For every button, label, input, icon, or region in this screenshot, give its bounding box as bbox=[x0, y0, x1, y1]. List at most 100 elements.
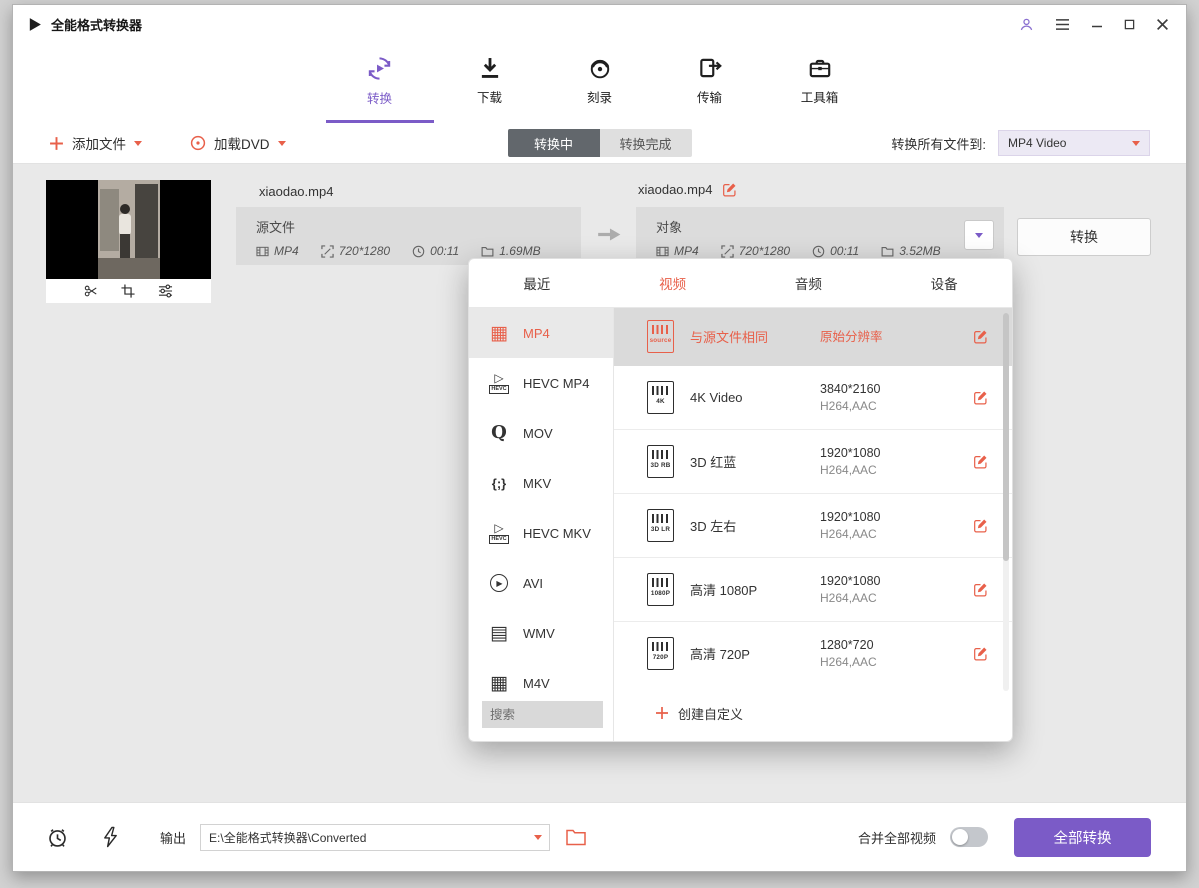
nav-tab-label: 下载 bbox=[477, 87, 502, 106]
search-input[interactable] bbox=[482, 701, 603, 728]
duration-chip: 00:11 bbox=[412, 244, 459, 258]
add-file-button[interactable]: 添加文件 bbox=[49, 133, 142, 153]
toolbar: 添加文件 加载DVD 转换中 转换完成 转换所有文件到: MP4 Video bbox=[13, 123, 1186, 164]
format-icon bbox=[485, 319, 513, 347]
close-button[interactable] bbox=[1156, 18, 1169, 31]
load-dvd-button[interactable]: 加载DVD bbox=[190, 133, 286, 153]
nav-tab-download[interactable]: 下载 bbox=[464, 43, 516, 123]
schedule-icon[interactable] bbox=[46, 826, 69, 849]
preset-name: 高清 1080P bbox=[690, 580, 820, 599]
popup-tab[interactable]: 音频 bbox=[741, 259, 877, 307]
popup-scrollbar[interactable] bbox=[1003, 313, 1009, 691]
target-filename-row: xiaodao.mp4 bbox=[638, 182, 737, 197]
edit-preset-icon[interactable] bbox=[973, 582, 988, 597]
preset-row[interactable]: 720P 高清 720P 1280*720 H264,AAC bbox=[614, 622, 1012, 685]
effects-icon[interactable] bbox=[158, 284, 173, 298]
film-icon bbox=[256, 245, 269, 258]
format-list-item[interactable]: AVI bbox=[469, 558, 613, 608]
app-window: 全能格式转换器 bbox=[12, 4, 1187, 872]
preset-detail: 1920*1080 H264,AAC bbox=[820, 510, 968, 541]
format-list-item[interactable]: MOV bbox=[469, 408, 613, 458]
preset-list: source 与源文件相同 原始分辨率 bbox=[614, 308, 1012, 685]
popup-tab[interactable]: 设备 bbox=[876, 259, 1012, 307]
maximize-button[interactable] bbox=[1124, 19, 1135, 30]
popup-tab[interactable]: 最近 bbox=[469, 259, 605, 307]
nav-tab-label: 转换 bbox=[367, 88, 392, 107]
convert-all-button[interactable]: 全部转换 bbox=[1014, 818, 1151, 857]
popup-tabs: 最近 视频 音频 设备 bbox=[469, 259, 1012, 308]
trim-icon[interactable] bbox=[84, 284, 98, 298]
plus-icon bbox=[49, 136, 64, 151]
target-filename: xiaodao.mp4 bbox=[638, 182, 712, 197]
preset-codec: H264,AAC bbox=[820, 463, 968, 477]
edit-preset-icon[interactable] bbox=[973, 518, 988, 533]
preset-detail: 3840*2160 H264,AAC bbox=[820, 382, 968, 413]
preset-row[interactable]: 4K 4K Video 3840*2160 H264,AAC bbox=[614, 366, 1012, 430]
preset-badge-icon: 1080P bbox=[647, 573, 674, 606]
preset-name: 与源文件相同 bbox=[690, 327, 820, 346]
edit-preset-icon[interactable] bbox=[973, 646, 988, 661]
format-list-item[interactable]: WMV bbox=[469, 608, 613, 658]
format-list-item[interactable]: M4V bbox=[469, 658, 613, 695]
status-segmented-control: 转换中 转换完成 bbox=[508, 129, 692, 157]
target-format-dropdown-button[interactable] bbox=[964, 220, 994, 250]
nav-tab-transfer[interactable]: 传输 bbox=[684, 43, 736, 123]
source-info-panel: 源文件 MP4 720*1280 00:11 1.69MB bbox=[236, 207, 581, 265]
preset-row[interactable]: 1080P 高清 1080P 1920*1080 H264,AAC bbox=[614, 558, 1012, 622]
format-icon bbox=[485, 469, 513, 497]
format-sidebar: MP4 HEVC MP4 MOV bbox=[469, 308, 614, 741]
account-icon[interactable] bbox=[1019, 17, 1034, 32]
format-list-item[interactable]: MKV bbox=[469, 458, 613, 508]
preset-row[interactable]: 3D LR 3D 左右 1920*1080 H264,AAC bbox=[614, 494, 1012, 558]
edit-preset-icon[interactable] bbox=[973, 390, 988, 405]
format-chip: MP4 bbox=[256, 244, 299, 258]
crop-icon[interactable] bbox=[121, 284, 135, 298]
preset-name: 3D 左右 bbox=[690, 516, 820, 535]
nav-tab-toolbox[interactable]: 工具箱 bbox=[794, 43, 846, 123]
clock-icon bbox=[812, 245, 825, 258]
format-list-item[interactable]: HEVC MP4 bbox=[469, 358, 613, 408]
preset-codec: H264,AAC bbox=[820, 591, 968, 605]
toggle-knob bbox=[952, 829, 968, 845]
nav-tab-label: 工具箱 bbox=[801, 87, 839, 106]
format-icon bbox=[485, 519, 513, 547]
format-chip: MP4 bbox=[656, 244, 699, 258]
popup-tab[interactable]: 视频 bbox=[605, 259, 741, 307]
output-path-input[interactable] bbox=[200, 824, 550, 851]
output-format-select[interactable]: MP4 Video bbox=[998, 130, 1150, 156]
titlebar: 全能格式转换器 bbox=[13, 5, 1186, 43]
format-list-item[interactable]: HEVC MKV bbox=[469, 508, 613, 558]
minimize-button[interactable] bbox=[1091, 18, 1103, 30]
menu-icon[interactable] bbox=[1055, 18, 1070, 31]
convert-button[interactable]: 转换 bbox=[1017, 218, 1151, 256]
format-icon bbox=[485, 669, 513, 695]
chevron-down-icon bbox=[1132, 141, 1140, 146]
edit-filename-icon[interactable] bbox=[722, 182, 737, 197]
output-path-select[interactable] bbox=[200, 824, 550, 851]
nav-tab-burn[interactable]: 刻录 bbox=[574, 43, 626, 123]
nav-tab-convert[interactable]: 转换 bbox=[354, 43, 406, 123]
scrollbar-thumb[interactable] bbox=[1003, 313, 1009, 561]
output-format-value: MP4 Video bbox=[1008, 136, 1066, 150]
tab-completed[interactable]: 转换完成 bbox=[600, 129, 692, 157]
create-custom-button[interactable]: 创建自定义 bbox=[614, 685, 1012, 741]
preset-resolution: 1920*1080 bbox=[820, 510, 968, 524]
source-filename: xiaodao.mp4 bbox=[259, 184, 333, 199]
output-label: 输出 bbox=[160, 828, 186, 847]
preset-codec: H264,AAC bbox=[820, 655, 968, 669]
add-file-label: 添加文件 bbox=[72, 133, 126, 153]
preset-row[interactable]: 3D RB 3D 红蓝 1920*1080 H264,AAC bbox=[614, 430, 1012, 494]
plus-icon bbox=[655, 706, 669, 720]
dvd-icon bbox=[190, 135, 206, 151]
edit-preset-icon[interactable] bbox=[973, 454, 988, 469]
open-folder-icon[interactable] bbox=[566, 829, 586, 846]
merge-toggle[interactable] bbox=[950, 827, 988, 847]
preset-resolution: 原始分辨率 bbox=[820, 326, 968, 345]
preset-resolution: 1280*720 bbox=[820, 638, 968, 652]
preset-row[interactable]: source 与源文件相同 原始分辨率 bbox=[614, 308, 1012, 366]
format-list-item[interactable]: MP4 bbox=[469, 308, 613, 358]
tab-converting[interactable]: 转换中 bbox=[508, 129, 600, 157]
edit-preset-icon[interactable] bbox=[973, 329, 988, 344]
performance-icon[interactable] bbox=[101, 826, 120, 848]
transfer-icon bbox=[697, 55, 723, 81]
